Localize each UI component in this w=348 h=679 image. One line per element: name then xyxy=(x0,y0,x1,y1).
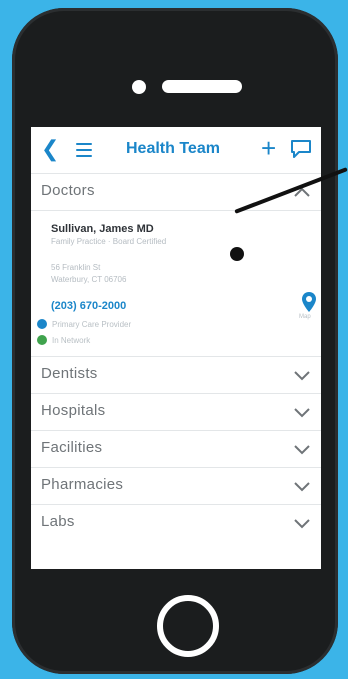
section-label-doctors: Doctors xyxy=(41,182,95,199)
doctor-card[interactable]: Sullivan, James MD Family Practice · Boa… xyxy=(31,211,321,357)
section-label-pharmacies: Pharmacies xyxy=(41,476,124,493)
section-labs[interactable]: Labs xyxy=(31,505,321,541)
doctor-name[interactable]: Sullivan, James MD xyxy=(51,223,154,235)
callout-pointer-dot xyxy=(230,247,244,261)
badge-in-network: In Network xyxy=(37,335,90,345)
camera-icon xyxy=(132,80,146,94)
plus-icon[interactable]: + xyxy=(261,133,276,163)
badge-primary-care: Primary Care Provider xyxy=(37,319,131,329)
section-label-labs: Labs xyxy=(41,513,75,530)
section-label-hospitals: Hospitals xyxy=(41,402,106,419)
badge-label: In Network xyxy=(52,335,91,345)
chevron-left-icon[interactable]: ❮ xyxy=(41,136,59,162)
doctor-specialty: Family Practice · Board Certified xyxy=(51,237,167,246)
map-label: Map xyxy=(299,314,311,320)
check-icon xyxy=(37,335,47,345)
badge-label: Primary Care Provider xyxy=(52,319,132,329)
doctor-address-line1: 56 Franklin St xyxy=(51,263,101,272)
home-button[interactable] xyxy=(157,595,219,657)
section-label-dentists: Dentists xyxy=(41,365,98,382)
map-pin-icon[interactable] xyxy=(301,291,317,313)
check-icon xyxy=(37,319,47,329)
section-pharmacies[interactable]: Pharmacies xyxy=(31,468,321,505)
doctor-address-line2: Waterbury, CT 06706 xyxy=(51,275,127,284)
section-facilities[interactable]: Facilities xyxy=(31,431,321,468)
speaker-grille xyxy=(162,80,242,93)
chevron-down-icon[interactable] xyxy=(293,443,311,455)
chevron-down-icon[interactable] xyxy=(293,369,311,381)
section-hospitals[interactable]: Hospitals xyxy=(31,394,321,431)
chevron-down-icon[interactable] xyxy=(293,406,311,418)
section-label-facilities: Facilities xyxy=(41,439,103,456)
chevron-down-icon[interactable] xyxy=(293,517,311,529)
chevron-down-icon[interactable] xyxy=(293,480,311,492)
top-bar: ❮ Health Team + xyxy=(31,127,321,174)
chat-bubble-icon[interactable] xyxy=(290,139,312,164)
page-title: Health Team xyxy=(126,140,220,157)
doctor-phone-link[interactable]: (203) 670-2000 xyxy=(51,300,126,312)
section-dentists[interactable]: Dentists xyxy=(31,357,321,394)
hamburger-menu-icon[interactable] xyxy=(76,143,92,157)
